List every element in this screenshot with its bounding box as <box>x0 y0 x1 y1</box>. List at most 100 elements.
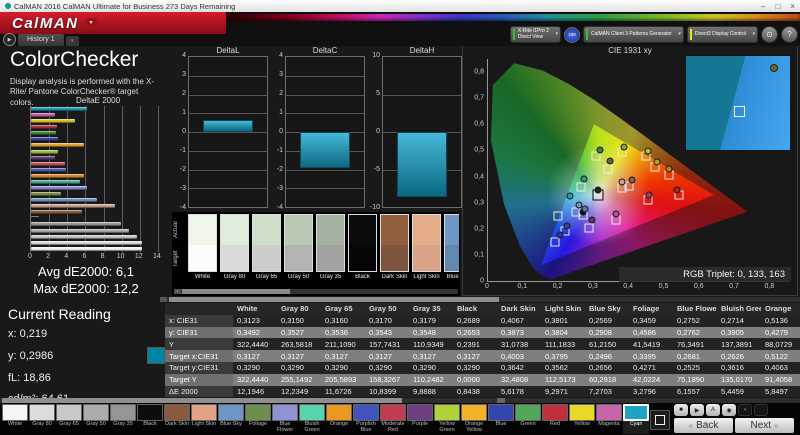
window-title: CalMAN 2016 CalMAN Ultimate for Business… <box>14 1 236 11</box>
back-button[interactable]: « Back <box>674 418 733 433</box>
delta-e-bar <box>31 155 56 160</box>
patch-button-label: Gray 35 <box>113 421 133 427</box>
patch-button-black[interactable]: Black <box>137 404 163 434</box>
close-button[interactable]: × <box>790 2 795 11</box>
toolbar: X-Rite i1Pro 2 Direct View ▾ 238 CalMAN … <box>509 25 798 44</box>
next-button[interactable]: Next » <box>735 418 794 433</box>
patch-button-red[interactable]: Red <box>542 404 568 434</box>
patch-button-blue-sky[interactable]: Blue Sky <box>218 404 244 434</box>
axis-tick-label: -2 <box>276 166 283 173</box>
meter-dropdown[interactable]: X-Rite i1Pro 2 Direct View ▾ <box>509 26 561 43</box>
patch-button-foliage[interactable]: Foliage <box>245 404 271 434</box>
delta-e-bar <box>31 192 61 197</box>
display-control-dropdown[interactable]: Direct3 Display Control ▾ <box>686 26 758 43</box>
calman-logo-menu[interactable]: CalMAN ▾ <box>0 12 226 34</box>
scrollbar-thumb[interactable] <box>2 398 402 403</box>
table-cell: 0,4271 <box>633 363 656 373</box>
patch-button-light-skin[interactable]: Light Skin <box>191 404 217 434</box>
scroll-left-icon[interactable] <box>174 289 181 294</box>
patch-button-label: Moderate Red <box>381 421 405 433</box>
swatch-actual <box>221 215 248 245</box>
table-cell: 0,4003 <box>501 351 524 361</box>
table-cell: 112,5173 <box>545 375 576 385</box>
table-column-header: Blue Flower <box>677 304 717 314</box>
table-cell: 0,3543 <box>369 327 392 337</box>
axis-tick-label: 0,7 <box>729 283 739 290</box>
patch-button-green[interactable]: Green <box>515 404 541 434</box>
grid-line <box>189 188 267 190</box>
help-button[interactable]: ? <box>781 26 798 43</box>
patch-button-gray-35[interactable]: Gray 35 <box>110 404 136 434</box>
table-column-header: Dark Skin <box>501 304 536 314</box>
patch-button-orange[interactable]: Orange <box>326 404 352 434</box>
layout-toggle-button[interactable] <box>650 410 670 430</box>
patch-button-moderate-red[interactable]: Moderate Red <box>380 404 406 434</box>
table-cell: 0,4063 <box>765 363 788 373</box>
patch-button-bluish-green[interactable]: Bluish Green <box>299 404 325 434</box>
patch-button-blue[interactable]: Blue <box>488 404 514 434</box>
source-dropdown[interactable]: CalMAN Client 3 Patterns Generator ▾ <box>582 26 684 43</box>
extra-button[interactable] <box>754 404 768 416</box>
table-column-header: Black <box>457 304 478 314</box>
patch-button-label: Red <box>549 421 561 427</box>
tab-history-1[interactable]: History 1 <box>18 34 64 46</box>
swatch-target <box>285 244 312 271</box>
cie-measured-marker <box>588 216 596 224</box>
minimize-button[interactable]: – <box>761 2 765 11</box>
table-cell: 0,3905 <box>721 327 744 337</box>
delta-e-bar <box>31 186 87 191</box>
maximize-button[interactable]: □ <box>775 2 780 11</box>
table-cell: 0,3170 <box>369 316 392 326</box>
patch-button-gray-50[interactable]: Gray 50 <box>83 404 109 434</box>
autocal-button[interactable]: A <box>706 404 720 416</box>
grid-line <box>286 188 364 190</box>
patch-button-gray-80[interactable]: Gray 80 <box>29 404 55 434</box>
axis-tick-label: 0,3 <box>474 199 484 207</box>
table-cell: 0,3527 <box>281 327 304 337</box>
cie-inset-measured-dot <box>770 64 778 72</box>
stop-button[interactable]: ■ <box>674 404 688 416</box>
swatch-patch <box>316 214 345 272</box>
cie-measured-marker <box>618 178 626 186</box>
record-button[interactable]: ● <box>738 404 752 416</box>
patch-button-label: Yellow Green <box>439 421 455 433</box>
scrollbar-thumb[interactable] <box>169 297 499 302</box>
table-cell: 0,5122 <box>765 351 788 361</box>
table-cell: 0,3548 <box>413 327 436 337</box>
table-cell: 3,2796 <box>633 386 656 396</box>
patch-button-blue-flower[interactable]: Blue Flower <box>272 404 298 434</box>
cie-measured-marker <box>556 231 564 238</box>
settings-button[interactable]: ⊙ <box>761 26 778 43</box>
swatch-scrollbar[interactable] <box>174 289 458 294</box>
table-cell: 205,5893 <box>325 375 357 385</box>
patch-button-white[interactable]: White <box>2 404 28 434</box>
view-button[interactable]: ◉ <box>722 404 736 416</box>
play-button[interactable]: ▶ <box>690 404 704 416</box>
patch-button-label: Foliage <box>248 421 268 427</box>
patch-button-cyan[interactable]: Cyan <box>623 404 649 434</box>
patch-button-label: Orange Yellow <box>464 421 484 433</box>
patch-color <box>569 404 595 421</box>
play-icon[interactable]: ▶ <box>3 33 16 46</box>
patch-color <box>434 404 460 421</box>
tab-stub[interactable]: ▾ <box>65 36 79 46</box>
bottom-scrollbar[interactable] <box>0 398 800 403</box>
grid-line <box>383 94 461 96</box>
table-scrollbar[interactable] <box>160 297 800 302</box>
scrollbar-arrow[interactable] <box>497 398 505 403</box>
patch-button-magenta[interactable]: Magenta <box>596 404 622 434</box>
patch-button-orange-yellow[interactable]: Orange Yellow <box>461 404 487 434</box>
patch-button-purplish-blue[interactable]: Purplish Blue <box>353 404 379 434</box>
patch-button-purple[interactable]: Purple <box>407 404 433 434</box>
patch-button-dark-skin[interactable]: Dark Skin <box>164 404 190 434</box>
delta-e-chart-title: DeltaE 2000 <box>75 96 121 105</box>
scrollbar-thumb[interactable] <box>182 289 290 294</box>
table-cell: 0,4067 <box>501 316 524 326</box>
table-cell: 0,3290 <box>325 363 348 373</box>
patch-button-yellow[interactable]: Yellow <box>569 404 595 434</box>
patch-button-gray-65[interactable]: Gray 65 <box>56 404 82 434</box>
scroll-left-icon[interactable] <box>160 297 167 302</box>
delta-e-bar <box>31 198 97 203</box>
patch-button-yellow-green[interactable]: Yellow Green <box>434 404 460 434</box>
delta-e-bar <box>31 149 59 154</box>
